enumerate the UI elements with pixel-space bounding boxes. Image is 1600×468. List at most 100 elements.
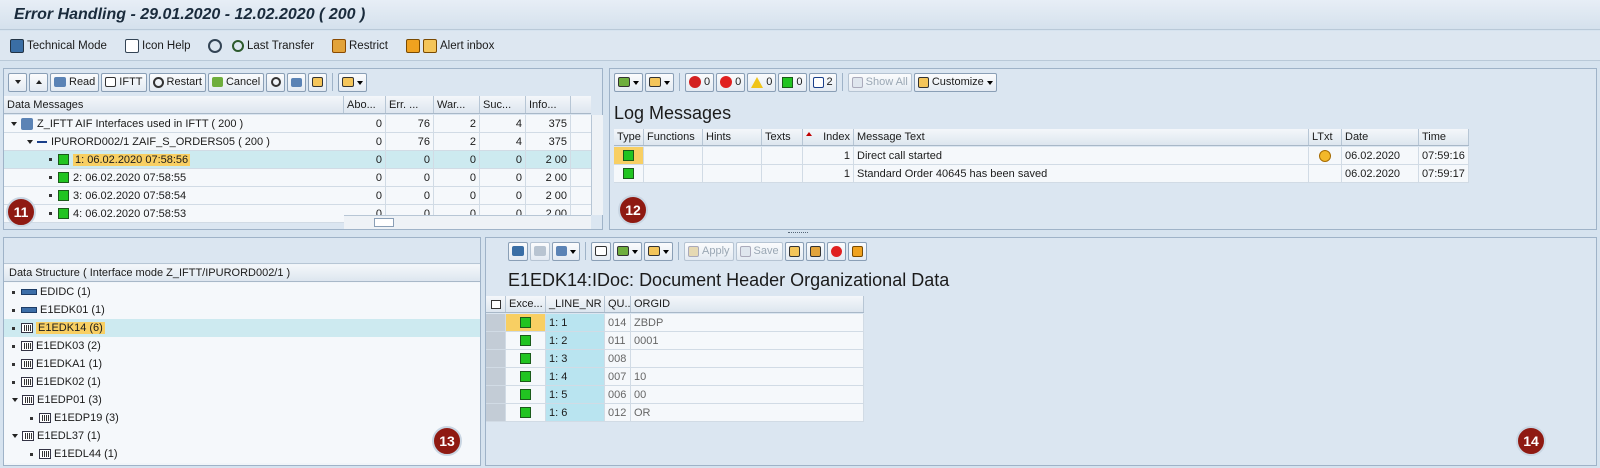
- col-type[interactable]: Type: [614, 129, 644, 145]
- expand-arrow-icon[interactable]: [12, 398, 18, 402]
- hierarchy-button[interactable]: [308, 72, 328, 92]
- row-selector[interactable]: [486, 386, 506, 403]
- detail-row[interactable]: 1: 2 011 0001: [486, 332, 864, 350]
- cancel-button[interactable]: Cancel: [207, 72, 265, 92]
- horizontal-scrollbar[interactable]: [344, 215, 591, 229]
- col-long-text[interactable]: LTxt: [1309, 129, 1342, 145]
- vertical-scrollbar[interactable]: [591, 115, 603, 215]
- tree-row-message-2[interactable]: 2: 06.02.2020 07:58:55 0 0 0 0 2 00: [4, 169, 591, 187]
- alert-inbox-button[interactable]: Alert inbox: [406, 38, 494, 54]
- icon-help-button[interactable]: Icon Help: [125, 38, 191, 54]
- layout-button[interactable]: [338, 72, 368, 92]
- col-time[interactable]: Time: [1419, 129, 1469, 145]
- col-success[interactable]: Suc...: [480, 96, 526, 113]
- chevron-down-icon: [986, 73, 993, 92]
- filter-error-button[interactable]: 0: [716, 72, 746, 92]
- col-functions[interactable]: Functions: [644, 129, 703, 145]
- expand-arrow-icon[interactable]: [27, 139, 33, 144]
- select-all-cell[interactable]: [486, 296, 506, 312]
- find-next-button[interactable]: [530, 241, 550, 261]
- monitor-button[interactable]: [287, 72, 307, 92]
- log-row[interactable]: 1 Direct call started 06.02.2020 07:59:1…: [614, 147, 1469, 165]
- detail-row[interactable]: 1: 4 007 10: [486, 368, 864, 386]
- row-selector[interactable]: [486, 332, 506, 349]
- restrict-button[interactable]: Restrict: [332, 38, 388, 54]
- refresh-button[interactable]: [208, 38, 222, 54]
- row-selector[interactable]: [486, 314, 506, 331]
- tree-item[interactable]: E1EDK02 (1): [4, 373, 480, 391]
- filter-button[interactable]: [552, 241, 580, 261]
- expand-arrow-icon[interactable]: [12, 434, 18, 438]
- tree-row-message-3[interactable]: 3: 06.02.2020 07:58:54 0 0 0 0 2 00: [4, 187, 591, 205]
- table-icon: [39, 449, 51, 459]
- row-selector[interactable]: [486, 368, 506, 385]
- export-button[interactable]: [613, 241, 642, 261]
- show-all-button[interactable]: Show All: [847, 72, 912, 92]
- long-text-icon[interactable]: [1319, 149, 1331, 162]
- ifft-button[interactable]: IFTT: [101, 72, 147, 92]
- mountain-button[interactable]: [805, 241, 825, 261]
- tree-item[interactable]: E1EDP19 (3): [4, 409, 480, 427]
- filter-icon: [556, 246, 567, 256]
- last-transfer-button[interactable]: Last Transfer: [232, 38, 314, 54]
- alert-button[interactable]: [847, 241, 867, 261]
- tree-item[interactable]: E1EDP01 (3): [4, 391, 480, 409]
- structure-button[interactable]: [784, 241, 804, 261]
- read-button[interactable]: Read: [50, 72, 100, 92]
- detail-row[interactable]: 1: 6 012 OR: [486, 404, 864, 422]
- apply-button[interactable]: Apply: [684, 241, 734, 261]
- col-errors[interactable]: Err. ...: [386, 96, 434, 113]
- customize-button[interactable]: Customize: [913, 72, 997, 92]
- filter-warning-button[interactable]: 0: [747, 72, 777, 92]
- col-warnings[interactable]: War...: [434, 96, 480, 113]
- detail-row[interactable]: 1: 5 006 00: [486, 386, 864, 404]
- messages-toolbar: Read IFTT Restart Cancel: [4, 69, 602, 95]
- row-selector[interactable]: [486, 350, 506, 367]
- save-button[interactable]: Save: [735, 241, 783, 261]
- col-date[interactable]: Date: [1342, 129, 1419, 145]
- col-texts[interactable]: Texts: [762, 129, 803, 145]
- detail-row[interactable]: 1: 3 008: [486, 350, 864, 368]
- collapse-all-button[interactable]: [29, 72, 48, 92]
- col-message-text[interactable]: Message Text: [854, 129, 1309, 145]
- filter-stop-button[interactable]: 0: [685, 72, 715, 92]
- expand-arrow-icon[interactable]: [11, 121, 17, 126]
- col-aborted[interactable]: Abo...: [344, 96, 386, 113]
- col-hints[interactable]: Hints: [703, 129, 762, 145]
- col-line-nr[interactable]: _LINE_NR: [546, 296, 605, 312]
- splitter-handle[interactable]: [788, 232, 808, 235]
- col-qualifier[interactable]: QU...: [605, 296, 631, 312]
- col-exception[interactable]: Exce...: [506, 296, 546, 312]
- scroll-thumb[interactable]: [374, 218, 394, 227]
- tree-item[interactable]: E1EDK01 (1): [4, 301, 480, 319]
- find-button[interactable]: [266, 72, 286, 92]
- tree-row-interface[interactable]: Z_IFTT AIF Interfaces used in IFTT ( 200…: [4, 115, 591, 133]
- tree-item[interactable]: E1EDK03 (2): [4, 337, 480, 355]
- export-button[interactable]: [614, 72, 643, 92]
- detail-row[interactable]: 1: 1 014 ZBDP: [486, 314, 864, 332]
- restart-button[interactable]: Restart: [148, 72, 206, 92]
- tree-row-idoc-type[interactable]: IPURORD002/1 ZAIF_S_ORDERS05 ( 200 ) 0 7…: [4, 133, 591, 151]
- details-button[interactable]: [508, 241, 528, 261]
- tree-item[interactable]: E1EDL37 (1): [4, 427, 480, 445]
- tree-item[interactable]: EDIDC (1): [4, 283, 480, 301]
- stop-button[interactable]: [826, 241, 846, 261]
- filter-info-button[interactable]: 2: [808, 72, 837, 92]
- layout-button[interactable]: [645, 72, 674, 92]
- col-index[interactable]: Index: [803, 129, 854, 145]
- log-row[interactable]: 1 Standard Order 40645 has been saved 06…: [614, 165, 1469, 183]
- expand-all-button[interactable]: [8, 72, 27, 92]
- log-toolbar: 0 0 0 0 2 Show All Customize: [610, 69, 1596, 95]
- filter-success-button[interactable]: 0: [778, 72, 807, 92]
- col-data-messages[interactable]: Data Messages: [4, 96, 344, 113]
- tree-item[interactable]: E1EDKA1 (1): [4, 355, 480, 373]
- technical-mode-button[interactable]: Technical Mode: [10, 38, 107, 54]
- print-button[interactable]: [591, 241, 611, 261]
- tree-row-message-1[interactable]: 1: 06.02.2020 07:58:56 0 0 0 0 2 00: [4, 151, 591, 169]
- col-orgid[interactable]: ORGID: [631, 296, 864, 312]
- tree-item[interactable]: E1EDL44 (1): [4, 445, 480, 463]
- layout-button[interactable]: [644, 241, 673, 261]
- row-selector[interactable]: [486, 404, 506, 421]
- col-info[interactable]: Info...: [526, 96, 571, 113]
- tree-item-selected[interactable]: E1EDK14 (6): [4, 319, 480, 337]
